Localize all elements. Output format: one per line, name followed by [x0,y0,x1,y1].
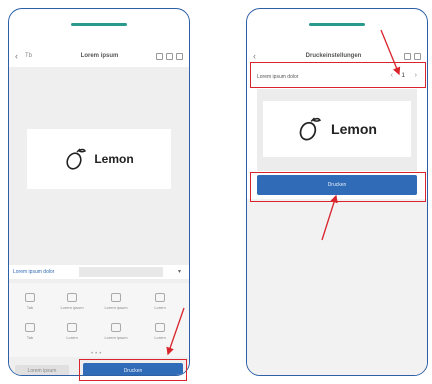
page-title: Druckeinstellungen [305,53,362,59]
highlight-printer-row [250,62,426,88]
tool-item[interactable]: Tab [17,293,43,317]
highlight-print-button [250,172,426,202]
tool-label: Lorem ipsum [60,305,84,310]
grid-icon[interactable] [166,52,173,60]
page-dots: ••• [91,351,104,357]
tool-label: Lorem [154,305,166,310]
tool-item[interactable]: Lorem [59,323,85,347]
label-preview[interactable]: Lemon [27,129,171,189]
menu-icon[interactable] [176,52,183,60]
lemon-icon [299,117,321,141]
shape-icon [155,293,165,302]
tool-item[interactable]: Tab [17,323,43,347]
label-text: Lemon [94,152,134,166]
frame-icon [25,323,35,332]
copy-icon[interactable] [156,52,163,60]
highlight-print-button [79,359,187,381]
back-icon[interactable]: ‹ [15,51,25,61]
page-title: Lorem ipsum [80,53,119,59]
left-top-bar: ‹ Tb Lorem ipsum [9,45,189,67]
nav-sub-label[interactable]: Tb [25,53,43,59]
circle-icon [111,323,121,332]
lemon-icon [66,148,87,170]
tool-item[interactable]: Lorem [147,293,173,317]
cancel-button[interactable]: Lorem ipsum [15,365,69,375]
menu-icon[interactable] [414,52,421,60]
speaker-bar [309,23,365,26]
tool-label: Lorem [154,335,166,340]
tool-label: Lorem ipsum [104,305,128,310]
label-text: Lemon [331,121,377,137]
settings-icon[interactable] [404,52,411,60]
image-icon [67,323,77,332]
chevron-down-icon[interactable]: ▾ [178,268,181,275]
tool-label: Lorem ipsum [104,335,128,340]
tool-item[interactable]: Lorem ipsum [103,323,129,347]
dropdown-row[interactable]: Lorem ipsum dolor ▾ [9,265,189,279]
table-icon [111,293,121,302]
empty-area [247,199,427,375]
tool-item[interactable]: Lorem ipsum [59,293,85,317]
tool-label: Lorem [66,335,78,340]
label-preview: Lemon [263,101,411,157]
tool-label: Tab [26,305,34,310]
tool-item[interactable]: Lorem [147,323,173,347]
pen-icon [155,323,165,332]
dropdown-label: Lorem ipsum dolor [13,269,55,275]
speaker-bar [71,23,127,26]
tool-item[interactable]: Lorem ipsum [103,293,129,317]
text-icon [25,293,35,302]
tool-label: Tab [26,335,34,340]
left-phone-frame: ‹ Tb Lorem ipsum Lemon Lorem ipsum dolor… [8,8,190,376]
dropdown-field[interactable] [79,267,163,277]
back-icon[interactable]: ‹ [253,51,263,61]
barcode-icon [67,293,77,302]
